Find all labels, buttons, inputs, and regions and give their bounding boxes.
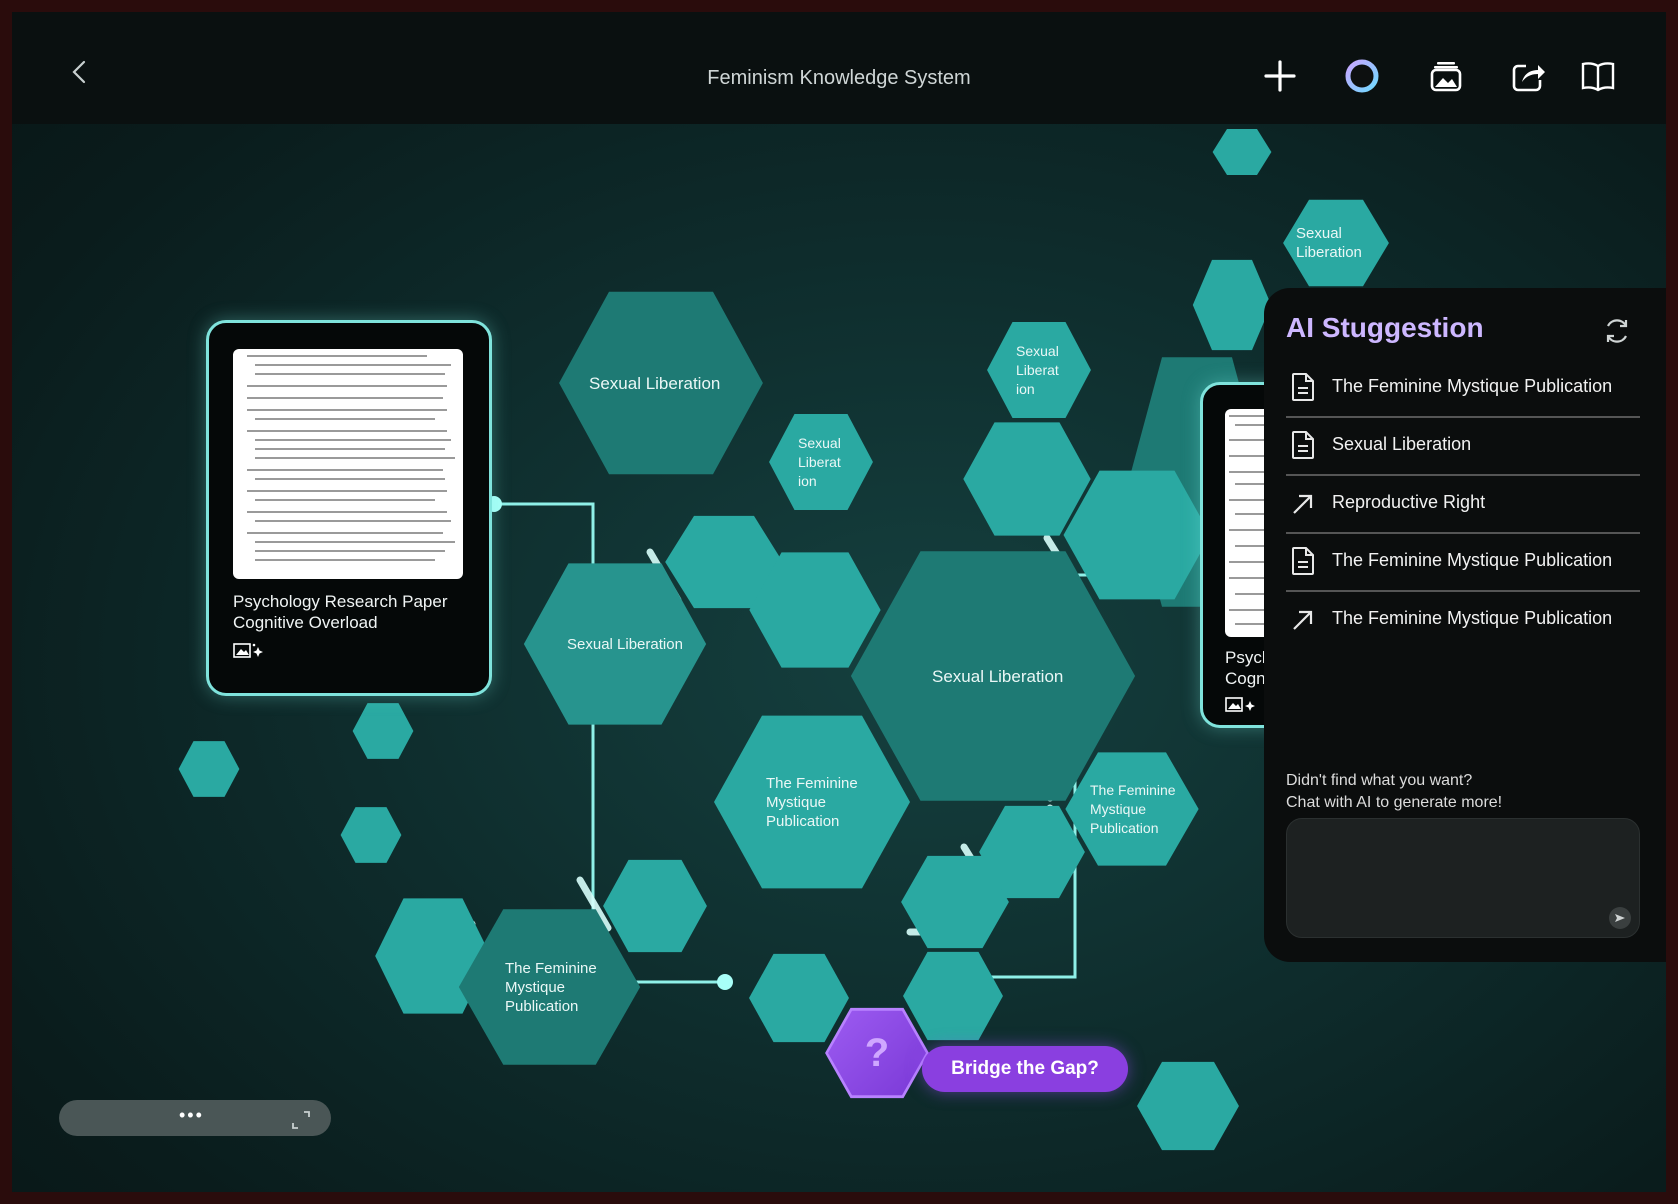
- hex-label: Sexual Liberation: [932, 666, 1064, 686]
- ai-chat-input-box: [1286, 818, 1640, 938]
- bridge-button-label: Bridge the Gap?: [951, 1058, 1099, 1079]
- hex-label: The Feminine Mystique Publication: [1090, 781, 1176, 836]
- hex-label: Sexual Liberation: [589, 373, 721, 393]
- send-button[interactable]: [1609, 907, 1631, 929]
- hex-label: The Feminine Mystique Publication: [505, 959, 597, 1015]
- image-sparkle-icon[interactable]: [1225, 695, 1265, 715]
- card-title-line: Psycl: [1225, 648, 1266, 667]
- book-icon[interactable]: [1578, 56, 1618, 96]
- suggestion-label: The Feminine Mystique Publication: [1332, 376, 1613, 396]
- panel-title: AI Stuggestion: [1286, 312, 1484, 343]
- chat-hint-line: Chat with AI to generate more!: [1286, 794, 1503, 811]
- page-title: Feminism Knowledge System: [707, 67, 971, 89]
- hex-label: Sexual Liberation: [567, 635, 683, 653]
- chat-hint-line: Didn't find what you want?: [1286, 772, 1473, 789]
- suggestion-label: The Feminine Mystique Publication: [1332, 550, 1613, 570]
- more-options-button[interactable]: •••: [179, 1105, 204, 1126]
- hex-label: Sexual Liberat ion: [798, 434, 841, 489]
- card-subtitle-line: Cogn: [1225, 669, 1266, 688]
- arrow-up-right-icon: [1293, 610, 1313, 630]
- gallery-stack-icon[interactable]: [1426, 56, 1466, 96]
- suggestion-label: Reproductive Right: [1332, 492, 1486, 512]
- paper-card-title: Psycl Cogn: [1225, 647, 1266, 689]
- ai-orb-icon[interactable]: [1342, 56, 1382, 96]
- add-icon[interactable]: [1260, 56, 1300, 96]
- bridge-the-gap-button[interactable]: Bridge the Gap?: [922, 1046, 1128, 1092]
- document-icon: [1292, 431, 1314, 459]
- suggestion-item[interactable]: The Feminine Mystique Publication: [1286, 590, 1640, 648]
- image-sparkle-icon[interactable]: [233, 641, 273, 661]
- document-icon: [1292, 373, 1314, 401]
- paper-card-title: Psychology Research Paper Cognitive Over…: [233, 591, 448, 633]
- suggestion-item[interactable]: Sexual Liberation: [1286, 416, 1640, 476]
- app-window: Sexual Liberation Sexual Liberation Sexu…: [12, 12, 1666, 1192]
- hex-label: The Feminine Mystique Publication: [766, 774, 858, 830]
- paper-card-left[interactable]: Psychology Research Paper Cognitive Over…: [206, 320, 492, 696]
- suggestion-label: Sexual Liberation: [1332, 434, 1472, 454]
- connector-dot: [717, 974, 733, 990]
- suggestion-label: The Feminine Mystique Publication: [1332, 608, 1613, 628]
- send-icon: [1615, 914, 1625, 922]
- hex-label: Sexual Liberat ion: [1016, 342, 1059, 397]
- paper-thumbnail: [233, 349, 463, 579]
- suggestion-item[interactable]: The Feminine Mystique Publication: [1286, 358, 1640, 418]
- expand-icon[interactable]: [289, 1108, 313, 1132]
- ai-suggestion-panel: AI Stuggestion The Feminine Mystique Pub…: [1264, 288, 1666, 962]
- question-icon: ?: [864, 1030, 890, 1075]
- canvas-toolbar: •••: [59, 1100, 331, 1136]
- refresh-icon[interactable]: [1600, 314, 1634, 348]
- card-subtitle-line: Cognitive Overload: [233, 613, 378, 632]
- suggestion-item[interactable]: The Feminine Mystique Publication: [1286, 532, 1640, 592]
- top-bar: Feminism Knowledge System: [12, 12, 1666, 124]
- document-icon: [1292, 547, 1314, 575]
- card-title-line: Psychology Research Paper: [233, 592, 448, 611]
- share-icon[interactable]: [1508, 56, 1548, 96]
- arrow-up-right-icon: [1293, 494, 1313, 514]
- suggestion-item[interactable]: Reproductive Right: [1286, 474, 1640, 534]
- hex-label: Sexual Liberation: [1296, 225, 1362, 261]
- ai-chat-input[interactable]: [1297, 829, 1631, 913]
- paper-text-lines: [247, 355, 455, 561]
